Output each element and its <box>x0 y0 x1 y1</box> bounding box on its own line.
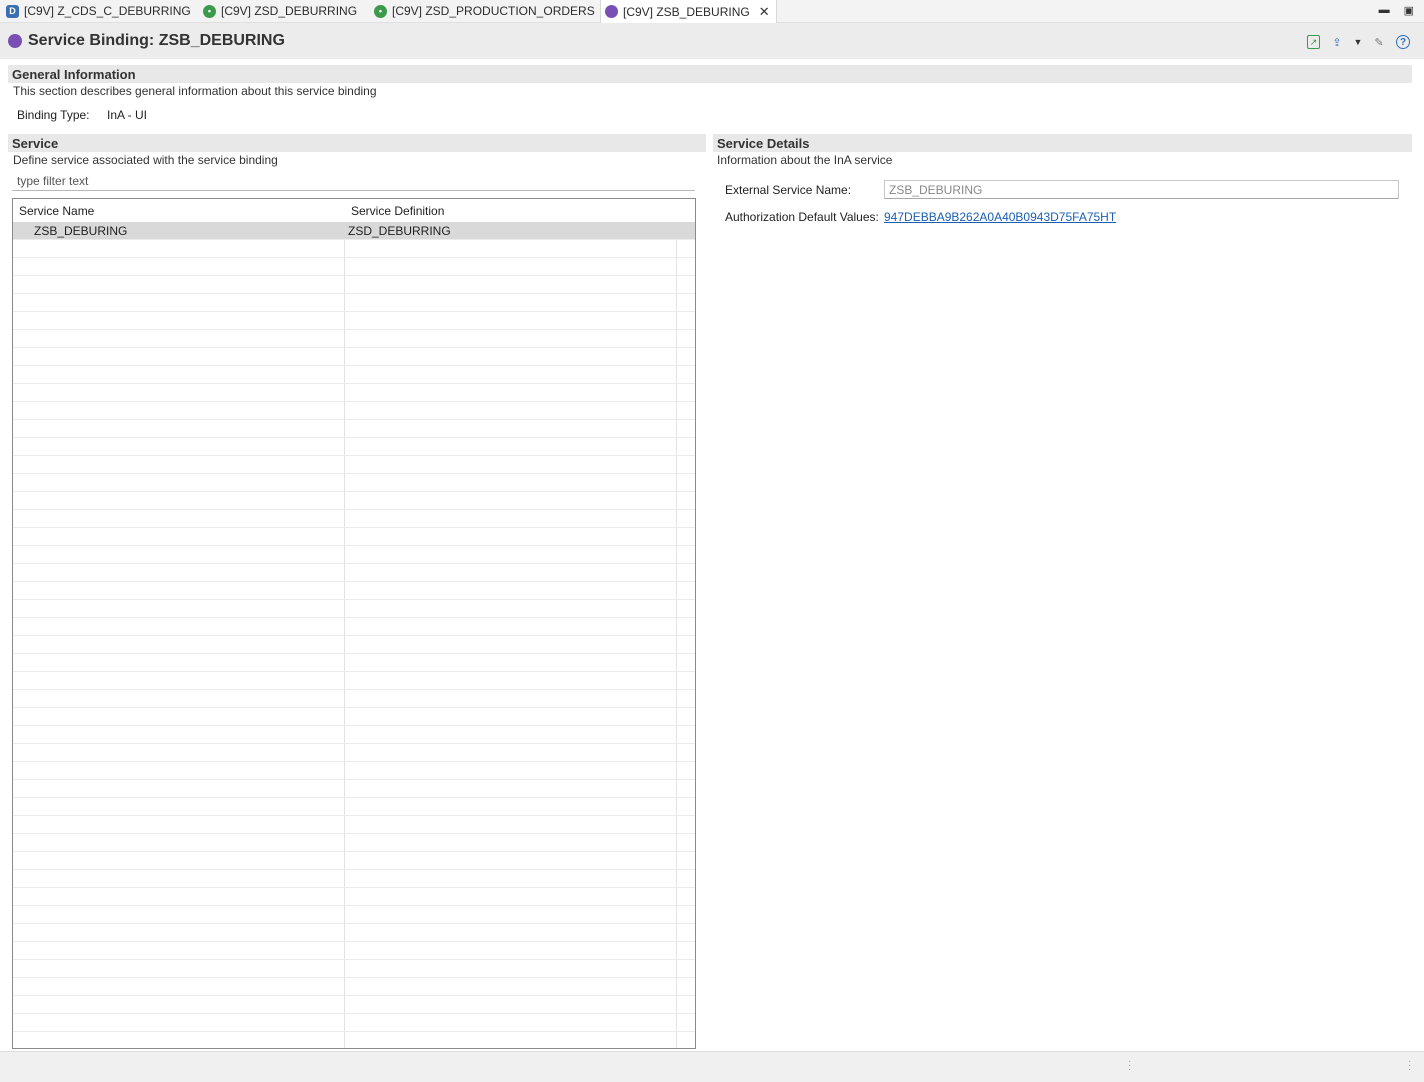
section-title: Service <box>12 135 59 151</box>
empty-table-row <box>13 312 695 330</box>
tab-label: [C9V] ZSB_DEBURING <box>623 4 750 19</box>
empty-table-row <box>13 402 695 420</box>
general-information-description: This section describes general informati… <box>13 84 377 98</box>
empty-table-row <box>13 780 695 798</box>
empty-table-row <box>13 636 695 654</box>
tab-zsd-deburring[interactable]: • [C9V] ZSD_DEBURRING <box>203 0 357 22</box>
chevron-down-icon[interactable]: ▼ <box>1354 35 1363 49</box>
page-title: Service Binding: ZSB_DEBURING <box>28 32 285 49</box>
empty-table-row <box>13 420 695 438</box>
empty-table-row <box>13 726 695 744</box>
empty-table-row <box>13 492 695 510</box>
filter-input[interactable] <box>12 172 695 191</box>
ddl-icon: D <box>6 4 19 18</box>
empty-table-row <box>13 1032 695 1048</box>
table-header: Service Name Service Definition <box>13 199 695 223</box>
empty-table-row <box>13 798 695 816</box>
external-service-name-label: External Service Name: <box>725 183 852 197</box>
column-header-service-name[interactable]: Service Name <box>19 199 94 222</box>
close-icon[interactable]: ✕ <box>759 4 770 20</box>
service-name-cell: ZSB_DEBURING <box>34 224 128 238</box>
empty-table-row <box>13 708 695 726</box>
edit-icon[interactable]: ✎ <box>1372 35 1386 49</box>
empty-table-row <box>13 618 695 636</box>
tab-label: [C9V] ZSD_DEBURRING <box>221 4 358 18</box>
empty-table-row <box>13 654 695 672</box>
empty-table-row <box>13 564 695 582</box>
empty-table-row <box>13 690 695 708</box>
empty-table-row <box>13 888 695 906</box>
status-bar: · · · · · · <box>0 1051 1424 1082</box>
empty-table-row <box>13 744 695 762</box>
empty-table-row <box>13 258 695 276</box>
empty-table-row <box>13 456 695 474</box>
empty-table-row <box>13 942 695 960</box>
editor-toolbar: ↗ ⇪ ▼ ✎ ? <box>1307 35 1410 49</box>
external-service-name-field[interactable] <box>884 180 1399 199</box>
empty-table-row <box>13 294 695 312</box>
empty-table-row <box>13 834 695 852</box>
binding-type-label: Binding Type: <box>17 108 90 122</box>
drag-handle-icon[interactable]: · · · <box>1408 1057 1411 1075</box>
empty-table-row <box>13 852 695 870</box>
empty-table-row <box>13 906 695 924</box>
empty-table-row <box>13 816 695 834</box>
editor-tab-bar: D [C9V] Z_CDS_C_DEBURRING • [C9V] ZSD_DE… <box>0 0 1424 23</box>
empty-table-row <box>13 438 695 456</box>
empty-table-row <box>13 366 695 384</box>
service-definition-icon: • <box>374 4 387 18</box>
service-details-description: Information about the InA service <box>717 153 893 167</box>
authorization-default-values-label: Authorization Default Values: <box>725 210 879 224</box>
authorization-default-values-link[interactable]: 947DEBBA9B262A0A40B0943D75FA75HT <box>884 210 1116 224</box>
empty-table-row <box>13 510 695 528</box>
share-link-icon[interactable]: ⇪ <box>1330 35 1344 49</box>
table-row[interactable]: ZSB_DEBURING ZSD_DEBURRING <box>13 222 695 240</box>
column-header-service-definition[interactable]: Service Definition <box>351 199 444 222</box>
empty-table-row <box>13 528 695 546</box>
binding-type-value: InA - UI <box>107 108 148 122</box>
maximize-icon[interactable]: ▣ <box>1404 4 1414 17</box>
activate-icon[interactable]: ↗ <box>1307 35 1320 49</box>
empty-table-row <box>13 870 695 888</box>
empty-table-row <box>13 1014 695 1032</box>
service-definition-cell: ZSD_DEBURRING <box>348 224 451 238</box>
tab-zsb-deburing[interactable]: [C9V] ZSB_DEBURING ✕ <box>600 0 777 23</box>
empty-table-row <box>13 978 695 996</box>
empty-table-row <box>13 276 695 294</box>
empty-table-row <box>13 384 695 402</box>
services-table: Service Name Service Definition ZSB_DEBU… <box>12 198 696 1049</box>
service-binding-icon <box>8 34 22 48</box>
section-title: Service Details <box>717 135 810 151</box>
empty-table-row <box>13 330 695 348</box>
tab-zsd-production-orders[interactable]: • [C9V] ZSD_PRODUCTION_ORDERS <box>374 0 595 22</box>
general-information-header: General Information <box>8 65 1412 83</box>
tab-label: [C9V] ZSD_PRODUCTION_ORDERS <box>392 4 595 18</box>
service-section-description: Define service associated with the servi… <box>13 153 278 167</box>
empty-table-row <box>13 960 695 978</box>
empty-table-row <box>13 474 695 492</box>
section-title: General Information <box>12 66 136 82</box>
help-icon[interactable]: ? <box>1396 35 1410 49</box>
service-section-header: Service <box>8 134 706 152</box>
tab-z-cds-c-deburring[interactable]: D [C9V] Z_CDS_C_DEBURRING <box>6 0 191 22</box>
service-details-header: Service Details <box>713 134 1412 152</box>
empty-table-row <box>13 348 695 366</box>
empty-table-row <box>13 924 695 942</box>
empty-table-row <box>13 600 695 618</box>
drag-handle-icon[interactable]: · · · <box>1128 1057 1131 1075</box>
empty-table-row <box>13 672 695 690</box>
empty-table-row <box>13 996 695 1014</box>
empty-table-row <box>13 240 695 258</box>
empty-table-row <box>13 762 695 780</box>
empty-table-row <box>13 582 695 600</box>
editor-header: Service Binding: ZSB_DEBURING ↗ ⇪ ▼ ✎ ? <box>0 23 1424 59</box>
window-controls: ▬ ▣ <box>1379 0 1414 20</box>
service-binding-icon <box>605 5 618 18</box>
tab-label: [C9V] Z_CDS_C_DEBURRING <box>24 4 191 18</box>
service-definition-icon: • <box>203 4 216 18</box>
minimize-icon[interactable]: ▬ <box>1379 4 1390 16</box>
empty-table-row <box>13 546 695 564</box>
